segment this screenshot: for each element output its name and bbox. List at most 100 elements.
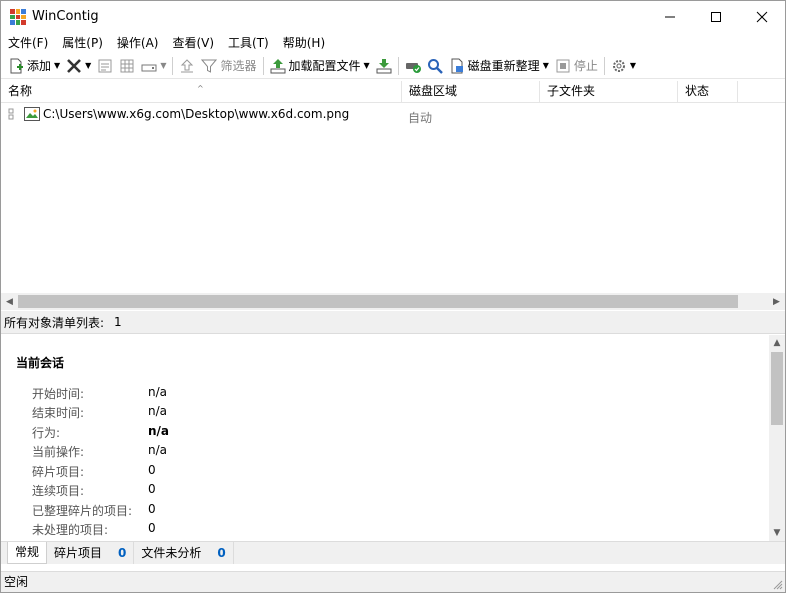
defrag-dropdown-icon[interactable]: ▼ <box>543 61 549 70</box>
column-zone-label: 磁盘区域 <box>409 84 458 98</box>
app-icon <box>10 9 26 25</box>
session-vertical-scrollbar[interactable]: ▲ ▼ <box>769 335 785 541</box>
save-profile-button[interactable] <box>373 54 395 78</box>
analyze-button[interactable] <box>424 54 446 78</box>
minimize-icon <box>665 16 675 17</box>
menu-tools[interactable]: 工具(T) <box>221 32 276 52</box>
column-header-status[interactable]: 状态 <box>678 81 738 103</box>
menu-action[interactable]: 操作(A) <box>110 32 166 52</box>
tab-not-analyzed-count: 0 <box>217 545 226 560</box>
drive-check-icon <box>405 62 421 73</box>
menu-bar: 文件(F) 属性(P) 操作(A) 查看(V) 工具(T) 帮助(H) <box>1 32 785 52</box>
remove-button[interactable]: ▼ <box>63 54 94 78</box>
fragmented-items-label: 碎片项目: <box>32 465 85 479</box>
behavior-label: 行为: <box>32 426 61 440</box>
stop-button[interactable]: 停止 <box>552 54 601 78</box>
magnifier-icon <box>427 58 443 74</box>
tab-fragmented-label: 碎片项目 <box>54 545 103 560</box>
defragmented-items-value: 0 <box>148 502 156 516</box>
edit-properties-button[interactable] <box>94 54 116 78</box>
horizontal-scroll-thumb[interactable] <box>18 295 738 308</box>
sort-ascending-icon: ^ <box>197 84 204 93</box>
settings-dropdown-icon[interactable]: ▼ <box>630 61 636 70</box>
add-button[interactable]: 添加 ▼ <box>1 54 63 78</box>
drive-dropdown-icon[interactable]: ▼ <box>160 61 166 70</box>
status-text: 空闲 <box>4 575 29 589</box>
stop-icon <box>556 59 570 72</box>
resize-grip-icon[interactable] <box>773 580 783 590</box>
session-panel: 当前会话 开始时间: n/a 结束时间: n/a 行为: n/a 当前操作: n… <box>1 335 769 541</box>
close-button[interactable] <box>739 1 785 32</box>
start-time-value: n/a <box>148 385 168 399</box>
menu-properties[interactable]: 属性(P) <box>55 32 110 52</box>
add-button-label: 添加 <box>27 59 52 73</box>
add-dropdown-icon[interactable]: ▼ <box>54 61 60 70</box>
remove-icon <box>67 58 82 73</box>
remove-dropdown-icon[interactable]: ▼ <box>85 61 91 70</box>
status-bar: 空闲 <box>1 571 785 592</box>
maximize-icon <box>711 11 721 22</box>
tab-not-analyzed-label: 文件未分析 <box>141 545 202 560</box>
row-name-cell: C:\Users\www.x6g.com\Desktop\www.x6d.com… <box>8 107 349 121</box>
load-profile-dropdown-icon[interactable]: ▼ <box>364 61 370 70</box>
list-summary-bar: 所有对象清单列表: 1 <box>1 311 785 334</box>
menu-file[interactable]: 文件(F) <box>1 32 55 52</box>
maximize-button[interactable] <box>693 1 739 32</box>
unprocessed-items-value: 0 <box>148 521 156 535</box>
tab-fragmented-items[interactable]: 碎片项目 0 <box>47 542 135 564</box>
add-file-icon <box>10 58 23 73</box>
scroll-right-arrow-icon[interactable]: ▶ <box>768 293 785 310</box>
filter-button[interactable]: 筛选器 <box>198 54 259 78</box>
column-header-zone[interactable]: 磁盘区域 <box>402 81 540 103</box>
bottom-tabs: 常规 碎片项目 0 文件未分析 0 <box>1 541 785 564</box>
scroll-up-arrow-icon[interactable]: ▲ <box>769 335 785 351</box>
current-operation-value: n/a <box>148 443 168 457</box>
settings-button[interactable]: ▼ <box>608 54 639 78</box>
upload-icon <box>181 58 194 72</box>
vertical-scroll-thumb[interactable] <box>771 352 783 425</box>
column-subfolder-label: 子文件夹 <box>547 84 596 98</box>
list-horizontal-scrollbar[interactable]: ◀ ▶ <box>1 293 785 310</box>
end-time-label: 结束时间: <box>32 406 85 420</box>
toolbar-separator <box>397 56 399 75</box>
minimize-button[interactable] <box>647 1 693 32</box>
column-header-name[interactable]: 名称 ^ <box>1 81 402 103</box>
behavior-value: n/a <box>148 424 170 438</box>
load-profile-button[interactable]: 加载配置文件 ▼ <box>267 54 373 78</box>
menu-help[interactable]: 帮助(H) <box>276 32 332 52</box>
scroll-left-arrow-icon[interactable]: ◀ <box>1 293 18 310</box>
defrag-button[interactable]: 磁盘重新整理 ▼ <box>446 54 552 78</box>
defragmented-items-label: 已整理碎片的项目: <box>32 504 133 518</box>
stop-button-label: 停止 <box>573 59 598 73</box>
session-title: 当前会话 <box>16 356 65 370</box>
toolbar-separator <box>262 56 264 75</box>
close-icon <box>756 11 768 22</box>
properties-icon <box>98 59 112 72</box>
unprocessed-items-label: 未处理的项目: <box>32 523 109 537</box>
grid-icon <box>120 59 134 72</box>
window-title: WinContig <box>32 9 99 24</box>
fragmented-items-value: 0 <box>148 463 156 477</box>
tab-general-label: 常规 <box>15 545 40 559</box>
tab-files-not-analyzed[interactable]: 文件未分析 0 <box>134 542 234 564</box>
column-status-label: 状态 <box>685 84 710 98</box>
tab-general[interactable]: 常规 <box>7 542 48 564</box>
image-file-icon <box>24 107 40 121</box>
end-time-value: n/a <box>148 404 168 418</box>
scroll-down-arrow-icon[interactable]: ▼ <box>769 525 785 541</box>
tab-fragmented-count: 0 <box>118 545 127 560</box>
table-row[interactable]: C:\Users\www.x6g.com\Desktop\www.x6d.com… <box>1 105 785 125</box>
contiguous-items-label: 连续项目: <box>32 484 85 498</box>
start-time-label: 开始时间: <box>32 387 85 401</box>
toolbar-separator <box>172 56 174 75</box>
defrag-button-label: 磁盘重新整理 <box>467 59 540 73</box>
menu-view[interactable]: 查看(V) <box>165 32 221 52</box>
analyze-drive-button[interactable] <box>402 54 424 78</box>
export-button[interactable] <box>176 54 198 78</box>
grid-view-button[interactable] <box>116 54 138 78</box>
current-operation-label: 当前操作: <box>32 445 85 459</box>
drive-icon <box>141 64 157 71</box>
column-header-subfolder[interactable]: 子文件夹 <box>540 81 678 103</box>
drive-button[interactable]: ▼ <box>138 54 169 78</box>
load-profile-label: 加载配置文件 <box>288 59 361 73</box>
